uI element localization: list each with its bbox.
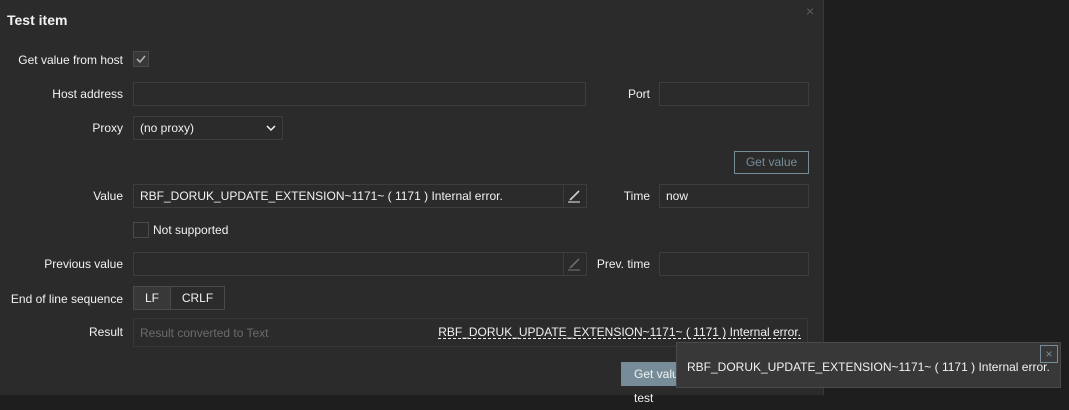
proxy-label: Proxy [92,121,123,135]
previous-value-label: Previous value [44,257,123,271]
result-placeholder: Result converted to Text [140,326,269,340]
edit-value-pencil-icon[interactable] [563,185,585,207]
edit-previous-value-pencil-icon[interactable] [563,253,585,275]
test-item-dialog: Test item × Get value from host Host add… [0,0,824,405]
result-value-link[interactable]: RBF_DORUK_UPDATE_EXTENSION~1171~ ( 1171 … [438,326,801,339]
eol-option-lf[interactable]: LF [133,286,171,310]
value-label: Value [93,189,123,203]
get-value-from-host-checkbox[interactable] [133,51,149,67]
host-address-label: Host address [52,87,123,101]
proxy-select[interactable]: (no proxy) [133,116,283,140]
not-supported-checkbox[interactable] [133,222,149,238]
get-value-from-host-label: Get value from host [18,53,123,67]
port-label: Port [627,87,650,101]
eol-option-crlf[interactable]: CRLF [170,286,225,310]
prev-time-input[interactable] [659,252,809,276]
proxy-selected-value: (no proxy) [140,121,195,135]
result-label: Result [88,325,123,339]
not-supported-label: Not supported [153,223,229,237]
port-input[interactable] [659,82,809,106]
checkmark-icon [136,55,146,64]
dialog-title: Test item [7,12,68,28]
previous-value-input[interactable] [133,252,587,276]
get-value-button[interactable]: Get value [734,151,809,174]
time-input[interactable]: now [659,184,809,208]
value-input[interactable]: RBF_DORUK_UPDATE_EXTENSION~1171~ ( 1171 … [133,184,587,208]
host-address-input[interactable] [133,82,586,106]
hintbox-text: RBF_DORUK_UPDATE_EXTENSION~1171~ ( 1171 … [687,360,1050,374]
prev-time-label: Prev. time [596,257,650,271]
eol-sequence-label: End of line sequence [10,292,123,306]
time-label: Time [623,189,650,203]
chevron-down-icon [266,125,276,132]
dialog-close-icon[interactable]: × [806,3,814,19]
result-hintbox: × RBF_DORUK_UPDATE_EXTENSION~1171~ ( 117… [676,342,1061,388]
